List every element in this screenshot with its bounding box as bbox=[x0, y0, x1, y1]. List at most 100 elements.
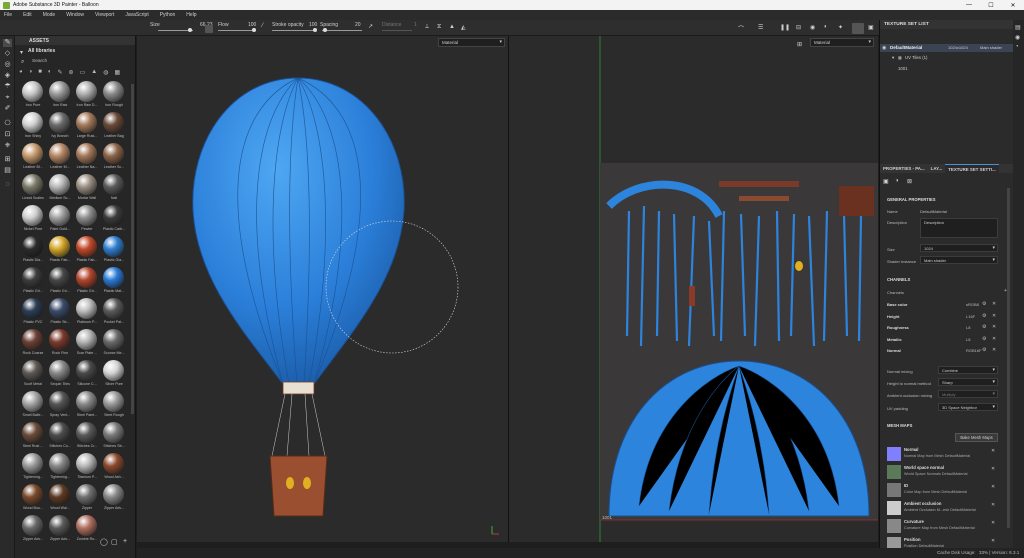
measure-icon[interactable]: ◌ bbox=[3, 181, 12, 189]
chevron-down-icon[interactable]: ▾ bbox=[892, 55, 894, 61]
channel-settings-icon[interactable]: ⚙ bbox=[982, 301, 986, 307]
mirror-icon[interactable]: ⧖ bbox=[437, 24, 441, 31]
material-thumbnail[interactable] bbox=[22, 391, 43, 412]
material-thumbnail[interactable] bbox=[103, 360, 124, 381]
channel-format[interactable]: L8 bbox=[966, 325, 970, 330]
camera-orbit-icon[interactable]: ⌒ bbox=[738, 24, 744, 33]
remove-mesh-map-icon[interactable]: ✕ bbox=[991, 448, 995, 454]
angle-icon[interactable]: ▲ bbox=[449, 24, 455, 30]
shader-instance-dropdown[interactable]: Main shader bbox=[920, 256, 998, 264]
material-thumbnail[interactable] bbox=[76, 81, 97, 102]
align-icon[interactable]: ☰ bbox=[758, 24, 763, 31]
size-slider-handle[interactable] bbox=[188, 28, 192, 32]
material-thumbnail[interactable] bbox=[76, 143, 97, 164]
flow-slider[interactable] bbox=[218, 30, 256, 31]
smart-materials-icon[interactable]: ■ bbox=[38, 69, 42, 78]
menu-viewport[interactable]: Viewport bbox=[95, 12, 114, 18]
bake-icon[interactable]: ⊞ bbox=[3, 156, 12, 164]
menu-javascript[interactable]: JavaScript bbox=[125, 12, 148, 18]
material-thumbnail[interactable] bbox=[49, 298, 70, 319]
material-thumbnail[interactable] bbox=[76, 298, 97, 319]
material-thumbnail[interactable] bbox=[103, 391, 124, 412]
material-thumbnail[interactable] bbox=[103, 453, 124, 474]
shader-settings-icon[interactable]: ◑ bbox=[895, 178, 899, 184]
mesh-map-thumbnail[interactable] bbox=[887, 501, 901, 515]
environment-filter-icon[interactable]: ◍ bbox=[103, 69, 108, 78]
remove-channel-icon[interactable]: ✕ bbox=[992, 313, 996, 319]
particles-filter-icon[interactable]: ⊛ bbox=[69, 69, 74, 78]
material-thumbnail[interactable] bbox=[49, 112, 70, 133]
paint-brush-icon[interactable]: ✎ bbox=[3, 39, 12, 47]
minimize-button[interactable]: — bbox=[958, 2, 980, 9]
material-thumbnail[interactable] bbox=[76, 236, 97, 257]
channel-format[interactable]: sRGB8 bbox=[966, 302, 979, 307]
material-thumbnail[interactable] bbox=[49, 143, 70, 164]
textures-filter-icon[interactable]: ◐ bbox=[48, 69, 52, 78]
remove-mesh-map-icon[interactable]: ✕ bbox=[991, 466, 995, 472]
stroke-opacity-handle[interactable] bbox=[313, 28, 317, 32]
remove-channel-icon[interactable]: ✕ bbox=[992, 301, 996, 307]
material-thumbnail[interactable] bbox=[103, 112, 124, 133]
material-thumbnail[interactable] bbox=[49, 453, 70, 474]
material-thumbnail[interactable] bbox=[76, 174, 97, 195]
material-thumbnail[interactable] bbox=[49, 484, 70, 505]
material-thumbnail[interactable] bbox=[76, 453, 97, 474]
texture-set-shader[interactable]: Main shader bbox=[980, 45, 1002, 50]
uv-settings-icon[interactable]: ⊠ bbox=[907, 178, 912, 185]
mesh-map-thumbnail[interactable] bbox=[887, 465, 901, 479]
mesh-map-row[interactable]: World space normal World Space Normals De… bbox=[887, 464, 999, 481]
flow-value[interactable]: 100 bbox=[248, 22, 256, 28]
polygon-fill-icon[interactable]: ⎔ bbox=[3, 120, 12, 128]
mesh-map-row[interactable]: ID Color Map from Mesh DefaultMaterial ✕ bbox=[887, 482, 999, 499]
alphas-filter-icon[interactable]: ▲ bbox=[91, 69, 97, 78]
library-selector[interactable]: All libraries bbox=[28, 48, 55, 54]
material-thumbnail[interactable] bbox=[22, 205, 43, 226]
menu-python[interactable]: Python bbox=[160, 12, 176, 18]
channel-settings-icon[interactable]: ⚙ bbox=[982, 347, 986, 353]
material-thumbnail[interactable] bbox=[103, 329, 124, 350]
menu-window[interactable]: Window bbox=[66, 12, 84, 18]
brush-icon[interactable]: ⁄ bbox=[262, 23, 263, 29]
mesh-map-row[interactable]: Curvature Curvature Map from Mesh Default… bbox=[887, 518, 999, 535]
bake-mesh-maps-button[interactable]: Bake Mesh Maps bbox=[955, 433, 998, 442]
material-thumbnail[interactable] bbox=[76, 484, 97, 505]
tab-texture-set-settings[interactable]: TEXTURE SET SETTI... bbox=[945, 164, 999, 173]
filters-filter-icon[interactable]: ▭ bbox=[80, 69, 86, 78]
triangle-icon[interactable]: ◭ bbox=[461, 24, 466, 31]
import-icon[interactable]: ◯ bbox=[100, 538, 108, 546]
close-button[interactable]: ✕ bbox=[1002, 2, 1024, 9]
layout-icon[interactable]: ⊟ bbox=[796, 24, 801, 31]
material-thumbnail[interactable] bbox=[49, 236, 70, 257]
material-thumbnail[interactable] bbox=[22, 515, 43, 536]
uv-tiles-label[interactable]: UV Tiles (1) bbox=[905, 55, 927, 60]
material-thumbnail[interactable] bbox=[49, 422, 70, 443]
remove-mesh-map-icon[interactable]: ✕ bbox=[991, 520, 995, 526]
uv-tile-item[interactable]: 1001 bbox=[898, 66, 908, 71]
remove-channel-icon[interactable]: ✕ bbox=[992, 347, 996, 353]
material-thumbnail[interactable] bbox=[22, 81, 43, 102]
tab-layers[interactable]: LAY... bbox=[928, 164, 946, 173]
visibility-eye-icon[interactable]: ◉ bbox=[882, 45, 886, 51]
material-thumbnail[interactable] bbox=[76, 360, 97, 381]
shader-icon[interactable]: ✦ bbox=[838, 24, 843, 31]
material-thumbnail[interactable] bbox=[49, 205, 70, 226]
material-thumbnail[interactable] bbox=[22, 112, 43, 133]
shader-settings-icon[interactable]: ◔ bbox=[1015, 44, 1019, 50]
stroke-opacity-slider[interactable] bbox=[272, 30, 316, 31]
maximize-button[interactable]: ☐ bbox=[980, 2, 1002, 9]
material-thumbnail[interactable] bbox=[76, 422, 97, 443]
material-thumbnail[interactable] bbox=[22, 329, 43, 350]
remove-channel-icon[interactable]: ✕ bbox=[992, 324, 996, 330]
properties-scrollbar[interactable] bbox=[1007, 188, 1010, 528]
material-thumbnail[interactable] bbox=[76, 112, 97, 133]
material-thumbnail[interactable] bbox=[22, 484, 43, 505]
smudge-icon[interactable]: ☂ bbox=[3, 83, 12, 91]
screenshot-icon[interactable]: ▣ bbox=[868, 24, 874, 31]
channel-format[interactable]: RGB16F bbox=[966, 348, 982, 353]
material-thumbnail[interactable] bbox=[22, 298, 43, 319]
material-thumbnail[interactable] bbox=[22, 360, 43, 381]
pen-pressure-icon[interactable] bbox=[205, 25, 213, 33]
material-thumbnail[interactable] bbox=[76, 267, 97, 288]
material-thumbnail[interactable] bbox=[103, 205, 124, 226]
menu-edit[interactable]: Edit bbox=[23, 12, 32, 18]
